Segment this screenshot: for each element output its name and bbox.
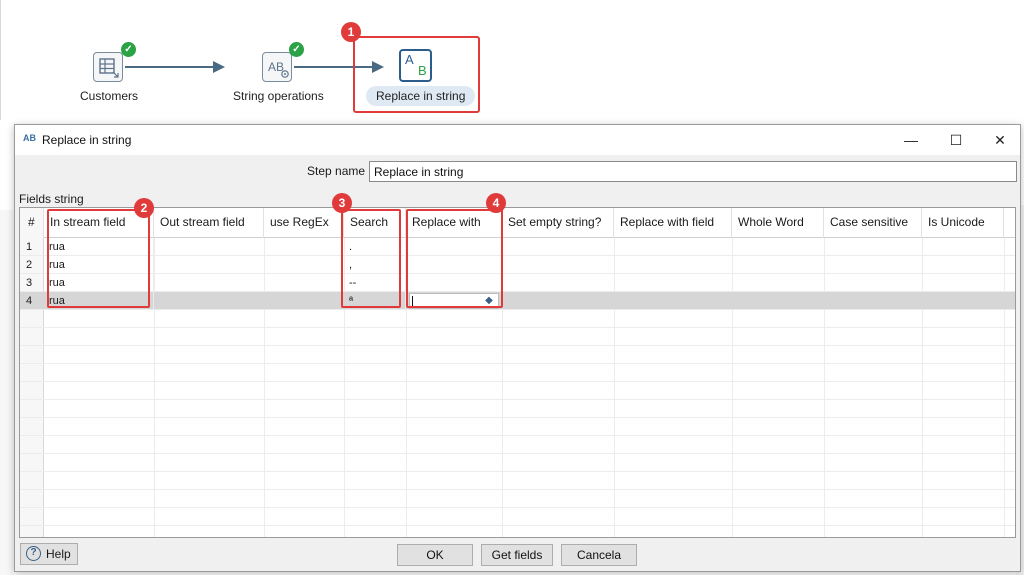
table-row[interactable] — [20, 310, 1015, 328]
table-row[interactable] — [20, 328, 1015, 346]
table-row[interactable]: 3 rua -- — [20, 274, 1015, 292]
table-row[interactable] — [20, 418, 1015, 436]
replace-string-icon: AB — [23, 133, 36, 143]
callout-highlight — [341, 209, 401, 308]
table-row[interactable]: 2 rua , — [20, 256, 1015, 274]
table-row[interactable] — [20, 400, 1015, 418]
node-label: Replace in string — [366, 86, 476, 106]
get-fields-button[interactable]: Get fields — [481, 544, 553, 566]
dialog-title: Replace in string — [42, 133, 132, 147]
callout-badge: 2 — [134, 198, 154, 218]
maximize-button[interactable]: ☐ — [933, 125, 979, 155]
replace-in-string-dialog: AB Replace in string — ☐ ✕ Step name Fie… — [14, 124, 1021, 572]
ok-check-icon: ✓ — [121, 42, 136, 57]
table-row[interactable] — [20, 454, 1015, 472]
fields-string-label: Fields string — [19, 192, 84, 206]
row-number: 3 — [26, 277, 33, 289]
close-button[interactable]: ✕ — [977, 125, 1023, 155]
table-row[interactable]: 1 rua . — [20, 238, 1015, 256]
table-row[interactable] — [20, 364, 1015, 382]
row-number: 2 — [26, 259, 33, 271]
callout-badge: 4 — [486, 193, 506, 213]
hop-arrow-icon — [213, 61, 225, 73]
canvas-frame — [0, 0, 1024, 120]
table-row[interactable] — [20, 490, 1015, 508]
callout-badge: 3 — [332, 193, 352, 213]
table-header: # In stream field Out stream field use R… — [20, 208, 1015, 238]
column-header-out-stream-field[interactable]: Out stream field — [154, 208, 264, 238]
table-row[interactable] — [20, 508, 1015, 526]
column-header-case-sensitive[interactable]: Case sensitive — [824, 208, 922, 238]
minimize-button[interactable]: — — [888, 125, 934, 155]
callout-badge: 1 — [341, 22, 361, 42]
hop-line — [125, 66, 215, 68]
row-number: 4 — [26, 295, 33, 307]
column-header-set-empty-string[interactable]: Set empty string? — [502, 208, 614, 238]
background-editor — [0, 210, 14, 575]
ok-check-icon: ✓ — [289, 42, 304, 57]
column-header-number[interactable]: # — [20, 208, 44, 238]
fields-table[interactable]: # In stream field Out stream field use R… — [19, 207, 1016, 538]
table-row[interactable] — [20, 382, 1015, 400]
table-row[interactable] — [20, 346, 1015, 364]
table-row[interactable] — [20, 472, 1015, 490]
step-name-input[interactable] — [369, 161, 1017, 182]
dialog-titlebar[interactable]: AB Replace in string — ☐ ✕ — [15, 125, 1020, 155]
row-number: 1 — [26, 241, 33, 253]
svg-text:AB: AB — [268, 60, 284, 74]
help-button[interactable]: ? Help — [20, 543, 78, 565]
replace-glyph-a: A — [405, 52, 414, 67]
replace-glyph-b: B — [418, 63, 427, 78]
column-header-use-regex[interactable]: use RegEx — [264, 208, 344, 238]
callout-highlight — [47, 209, 150, 308]
node-label: Customers — [80, 89, 139, 103]
column-header-whole-word[interactable]: Whole Word — [732, 208, 824, 238]
help-icon: ? — [26, 546, 41, 561]
string-ops-icon: AB — [262, 52, 292, 82]
column-header-replace-with-field[interactable]: Replace with field — [614, 208, 732, 238]
step-name-label: Step name — [307, 164, 366, 178]
table-row-selected[interactable]: 4 rua ª ◆ — [20, 292, 1015, 310]
replace-string-icon: A B — [399, 49, 432, 82]
cancel-button[interactable]: Cancela — [561, 544, 637, 566]
node-label: String operations — [233, 89, 324, 103]
table-input-icon — [93, 52, 123, 82]
column-header-is-unicode[interactable]: Is Unicode — [922, 208, 1004, 238]
help-label: Help — [46, 547, 71, 561]
callout-highlight — [406, 209, 503, 308]
ok-button[interactable]: OK — [397, 544, 473, 566]
table-row[interactable] — [20, 436, 1015, 454]
